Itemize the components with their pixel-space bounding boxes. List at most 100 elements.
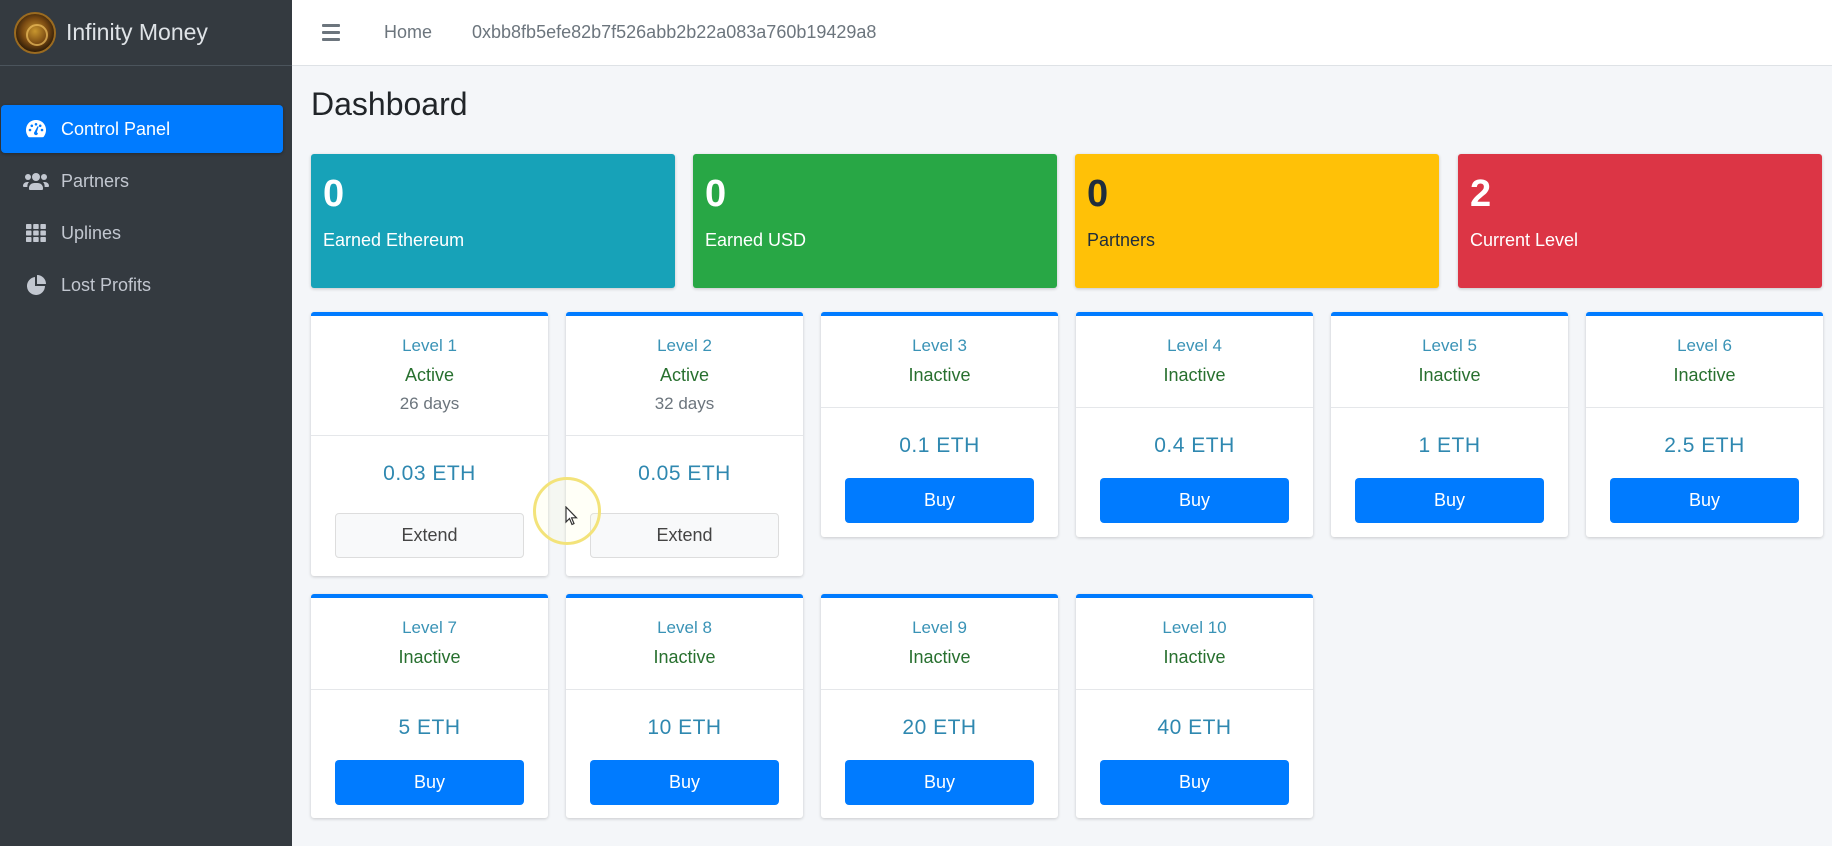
menu-toggle-icon[interactable]: [322, 24, 340, 41]
sidebar-item-control-panel[interactable]: Control Panel: [1, 105, 283, 153]
level-card-body: 5 ETH Buy: [311, 690, 548, 805]
level-status: Inactive: [1673, 365, 1736, 385]
wallet-address-link[interactable]: 0xbb8fb5efe82b7f526abb2b22a083a760b19429…: [472, 22, 876, 43]
level-card-header: Level 6 Inactive: [1586, 316, 1823, 408]
level-title: Level 3: [912, 336, 967, 355]
level-card-body: 2.5 ETH Buy: [1586, 408, 1823, 523]
level-price: 0.03 ETH: [383, 462, 476, 485]
level-card-body: 0.1 ETH Buy: [821, 408, 1058, 523]
level-title: Level 9: [912, 618, 967, 637]
level-card-header: Level 9 Inactive: [821, 598, 1058, 690]
buy-button[interactable]: Buy: [845, 760, 1034, 805]
stat-label: Earned USD: [705, 229, 807, 250]
page-title: Dashboard: [311, 86, 468, 122]
level-title: Level 7: [402, 618, 457, 637]
stat-box-earned-usd: 0 Earned USD: [693, 154, 1057, 288]
level-card-header: Level 1 Active 26 days: [311, 316, 548, 436]
level-title: Level 8: [657, 618, 712, 637]
level-status: Inactive: [908, 647, 971, 667]
level-card-header: Level 10 Inactive: [1076, 598, 1313, 690]
sidebar-nav: Control Panel Partners Uplines Lost Prof…: [0, 66, 292, 309]
sidebar-item-label: Control Panel: [61, 118, 171, 139]
level-title: Level 6: [1677, 336, 1732, 355]
sidebar-item-label: Uplines: [61, 222, 122, 243]
buy-button[interactable]: Buy: [335, 760, 524, 805]
level-card-body: 0.05 ETH Extend: [566, 436, 803, 558]
level-card-3: Level 3 Inactive 0.1 ETH Buy: [821, 312, 1058, 537]
level-price: 10 ETH: [647, 716, 722, 739]
level-title: Level 1: [402, 336, 457, 355]
level-card-1: Level 1 Active 26 days 0.03 ETH Extend: [311, 312, 548, 576]
level-card-header: Level 4 Inactive: [1076, 316, 1313, 408]
speedometer-icon: [23, 118, 49, 140]
buy-button[interactable]: Buy: [845, 478, 1034, 523]
level-price: 40 ETH: [1157, 716, 1232, 739]
level-card-body: 10 ETH Buy: [566, 690, 803, 805]
level-card-body: 40 ETH Buy: [1076, 690, 1313, 805]
level-card-6: Level 6 Inactive 2.5 ETH Buy: [1586, 312, 1823, 537]
level-card-body: 0.4 ETH Buy: [1076, 408, 1313, 523]
sidebar: Infinity Money Control Panel Partners Up…: [0, 0, 292, 846]
extend-button[interactable]: Extend: [590, 513, 779, 558]
sidebar-item-label: Partners: [61, 170, 130, 191]
level-price: 0.4 ETH: [1154, 434, 1235, 457]
users-icon: [23, 170, 49, 192]
level-price: 0.05 ETH: [638, 462, 731, 485]
buy-button[interactable]: Buy: [1100, 478, 1289, 523]
brand-name: Infinity Money: [66, 19, 208, 45]
level-card-header: Level 7 Inactive: [311, 598, 548, 690]
level-card-7: Level 7 Inactive 5 ETH Buy: [311, 594, 548, 818]
level-status: Active: [659, 365, 710, 385]
top-navbar: Home 0xbb8fb5efe82b7f526abb2b22a083a760b…: [292, 0, 1832, 66]
level-price: 1 ETH: [1418, 434, 1481, 457]
stat-label: Current Level: [1470, 229, 1579, 250]
level-title: Level 5: [1422, 336, 1477, 355]
level-card-8: Level 8 Inactive 10 ETH Buy: [566, 594, 803, 818]
level-card-10: Level 10 Inactive 40 ETH Buy: [1076, 594, 1313, 818]
pie-chart-icon: [23, 274, 49, 296]
extend-button[interactable]: Extend: [335, 513, 524, 558]
level-price: 0.1 ETH: [899, 434, 980, 457]
stat-value: 2: [1470, 173, 1492, 215]
level-card-header: Level 2 Active 32 days: [566, 316, 803, 436]
sidebar-item-partners[interactable]: Partners: [1, 157, 283, 205]
home-link[interactable]: Home: [384, 22, 432, 43]
level-card-4: Level 4 Inactive 0.4 ETH Buy: [1076, 312, 1313, 537]
buy-button[interactable]: Buy: [590, 760, 779, 805]
buy-button[interactable]: Buy: [1100, 760, 1289, 805]
level-status: Inactive: [1163, 647, 1226, 667]
level-status: Inactive: [1163, 365, 1226, 385]
buy-button[interactable]: Buy: [1610, 478, 1799, 523]
sidebar-item-lost-profits[interactable]: Lost Profits: [1, 261, 283, 309]
level-title: Level 2: [657, 336, 712, 355]
level-card-body: 0.03 ETH Extend: [311, 436, 548, 558]
level-price: 5 ETH: [398, 716, 461, 739]
level-title: Level 4: [1167, 336, 1222, 355]
level-card-header: Level 8 Inactive: [566, 598, 803, 690]
level-price: 2.5 ETH: [1664, 434, 1745, 457]
level-card-2: Level 2 Active 32 days 0.05 ETH Extend: [566, 312, 803, 576]
level-status: Inactive: [398, 647, 461, 667]
stat-value: 0: [1087, 173, 1109, 215]
buy-button[interactable]: Buy: [1355, 478, 1544, 523]
level-title: Level 10: [1162, 618, 1227, 637]
brand-logo-icon: [14, 11, 56, 54]
level-status: Inactive: [908, 365, 971, 385]
brand-link[interactable]: Infinity Money: [0, 0, 292, 66]
stat-value: 0: [323, 173, 345, 215]
stat-box-partners: 0 Partners: [1075, 154, 1439, 288]
sidebar-item-label: Lost Profits: [61, 274, 152, 295]
level-days: 26 days: [399, 394, 460, 413]
level-status: Active: [404, 365, 455, 385]
level-card-9: Level 9 Inactive 20 ETH Buy: [821, 594, 1058, 818]
stat-value: 0: [705, 173, 727, 215]
level-card-body: 1 ETH Buy: [1331, 408, 1568, 523]
stat-label: Partners: [1087, 229, 1156, 250]
grid-icon: [23, 222, 49, 244]
level-card-header: Level 3 Inactive: [821, 316, 1058, 408]
stat-box-current-level: 2 Current Level: [1458, 154, 1822, 288]
stat-box-earned-ethereum: 0 Earned Ethereum: [311, 154, 675, 288]
sidebar-item-uplines[interactable]: Uplines: [1, 209, 283, 257]
level-price: 20 ETH: [902, 716, 977, 739]
stat-label: Earned Ethereum: [323, 229, 465, 250]
